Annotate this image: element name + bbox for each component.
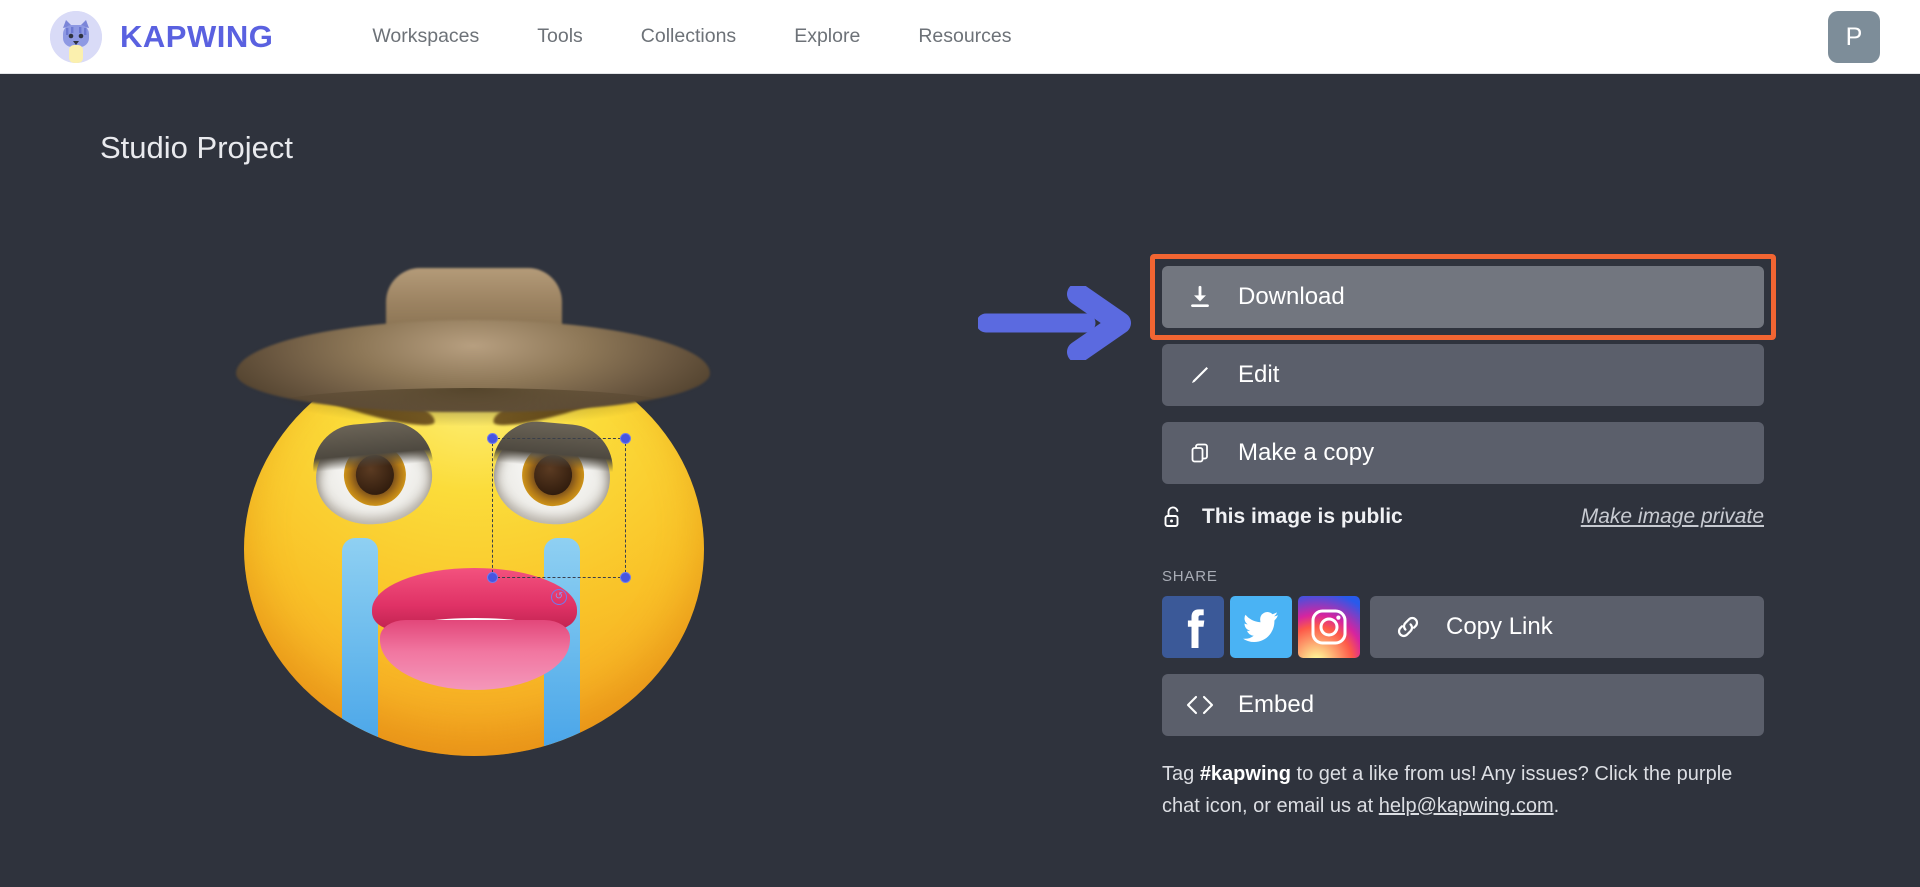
visibility-status: This image is public (1202, 505, 1403, 528)
cowboy-hat-layer (236, 268, 710, 426)
visibility-row: This image is public Make image private (1162, 500, 1764, 534)
nav-item-collections[interactable]: Collections (612, 17, 765, 56)
right-arrow-annotation-icon (976, 283, 1136, 363)
make-a-copy-button[interactable]: Make a copy (1162, 422, 1764, 484)
unlocked-padlock-icon (1162, 505, 1202, 529)
emoji-composition: ↺ (236, 268, 710, 758)
download-icon (1162, 284, 1238, 310)
share-row: Copy Link (1162, 596, 1764, 658)
user-avatar[interactable]: P (1828, 11, 1880, 63)
download-button-label: Download (1238, 283, 1345, 310)
nav-item-tools[interactable]: Tools (508, 17, 612, 56)
make-image-private-link[interactable]: Make image private (1581, 505, 1764, 529)
image-preview-canvas[interactable]: ↺ (236, 268, 710, 758)
footnote-part1: Tag (1162, 763, 1200, 785)
embed-button[interactable]: Embed (1162, 674, 1764, 736)
edit-button-label: Edit (1238, 361, 1280, 388)
instagram-icon[interactable] (1298, 596, 1360, 658)
hat-shadow (264, 388, 680, 426)
action-panel: Download Edit Make a copy This image is … (1150, 254, 1776, 822)
copy-icon (1162, 441, 1238, 465)
chain-link-icon (1370, 613, 1446, 641)
copy-link-button[interactable]: Copy Link (1370, 596, 1764, 658)
nav-item-resources[interactable]: Resources (889, 17, 1040, 56)
share-section-label: SHARE (1162, 568, 1218, 585)
rotate-icon[interactable]: ↺ (551, 589, 567, 605)
kapwing-cat-logo-icon (50, 10, 102, 63)
code-brackets-icon (1162, 694, 1238, 716)
resize-handle-top-left[interactable] (487, 433, 498, 444)
make-a-copy-button-label: Make a copy (1238, 439, 1375, 466)
nav-item-explore[interactable]: Explore (765, 17, 889, 56)
resize-handle-bottom-right[interactable] (620, 572, 631, 583)
page-body: Studio Project ↺ Download Edit Make a co… (0, 74, 1920, 887)
brand-name: KAPWING (120, 18, 274, 54)
main-navigation: Workspaces Tools Collections Explore Res… (343, 17, 1040, 56)
resize-handle-bottom-left[interactable] (487, 572, 498, 583)
brand-logo-link[interactable]: KAPWING (50, 10, 274, 63)
lower-lip (380, 620, 570, 690)
eye-right[interactable] (490, 417, 617, 529)
edit-button[interactable]: Edit (1162, 344, 1764, 406)
facebook-icon[interactable] (1162, 596, 1224, 658)
site-header: KAPWING Workspaces Tools Collections Exp… (0, 0, 1920, 74)
pencil-icon (1162, 363, 1238, 387)
resize-handle-top-right[interactable] (620, 433, 631, 444)
lips-layer (372, 568, 577, 690)
page-title: Studio Project (100, 130, 293, 165)
download-button[interactable]: Download (1150, 254, 1776, 340)
twitter-icon[interactable] (1230, 596, 1292, 658)
eye-left (309, 417, 436, 529)
footnote-text: Tag #kapwing to get a like from us! Any … (1162, 758, 1742, 822)
embed-button-label: Embed (1238, 691, 1315, 718)
footnote-part3: . (1553, 795, 1560, 817)
support-email-link[interactable]: help@kapwing.com (1379, 795, 1554, 817)
copy-link-label: Copy Link (1446, 613, 1553, 640)
footnote-hashtag: #kapwing (1199, 763, 1291, 785)
nav-item-workspaces[interactable]: Workspaces (343, 17, 508, 56)
